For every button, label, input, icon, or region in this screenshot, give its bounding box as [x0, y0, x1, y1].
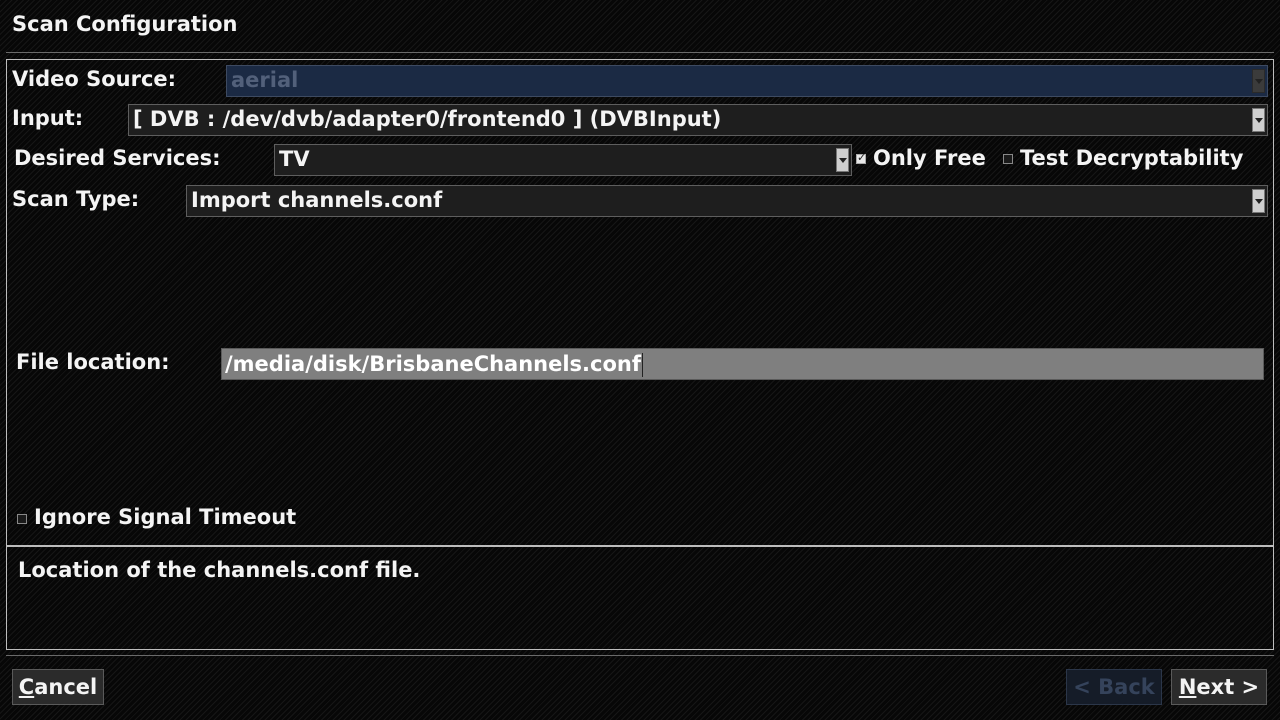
text-cursor: [642, 353, 644, 377]
next-button[interactable]: Next >: [1171, 669, 1267, 705]
dropdown-arrow-icon: [1252, 69, 1265, 93]
dropdown-arrow-icon: [836, 148, 849, 172]
footer-divider: [6, 655, 1274, 656]
cancel-button[interactable]: Cancel: [12, 669, 104, 705]
input-select[interactable]: [ DVB : /dev/dvb/adapter0/frontend0 ] (D…: [128, 104, 1268, 136]
file-location-input[interactable]: /media/disk/BrisbaneChannels.conf: [221, 348, 1264, 380]
cancel-mnemonic: C: [18, 675, 35, 699]
dropdown-arrow-icon: [1252, 189, 1265, 213]
video-source-value: aerial: [231, 68, 299, 92]
test-decryptability-label: Test Decryptability: [1020, 146, 1244, 170]
input-label: Input:: [12, 106, 84, 130]
only-free-checkbox[interactable]: [856, 151, 866, 164]
title-divider: [6, 52, 1274, 53]
next-label: ext >: [1196, 675, 1260, 699]
ignore-signal-timeout-label: Ignore Signal Timeout: [34, 505, 297, 529]
desired-services-select[interactable]: TV: [274, 144, 852, 176]
video-source-label: Video Source:: [12, 67, 177, 91]
desired-services-label: Desired Services:: [14, 146, 221, 170]
ignore-signal-timeout-checkbox[interactable]: [17, 514, 27, 524]
input-value: [ DVB : /dev/dvb/adapter0/frontend0 ] (D…: [133, 107, 722, 131]
file-location-value: /media/disk/BrisbaneChannels.conf: [225, 352, 642, 376]
dropdown-arrow-icon: [1252, 108, 1265, 132]
desired-services-value: TV: [279, 147, 310, 171]
file-location-label: File location:: [16, 350, 170, 374]
scan-type-value: Import channels.conf: [191, 188, 443, 212]
window-title: Scan Configuration: [12, 12, 238, 36]
scan-type-label: Scan Type:: [12, 187, 140, 211]
video-source-select[interactable]: aerial: [226, 65, 1268, 97]
help-text: Location of the channels.conf file.: [18, 558, 421, 582]
back-label: < Back: [1073, 675, 1155, 699]
only-free-label: Only Free: [873, 146, 986, 170]
scan-type-select[interactable]: Import channels.conf: [186, 185, 1268, 217]
test-decryptability-checkbox[interactable]: [1003, 154, 1013, 164]
back-button[interactable]: < Back: [1066, 669, 1162, 705]
cancel-label: ancel: [34, 675, 98, 699]
next-mnemonic: N: [1178, 675, 1197, 699]
